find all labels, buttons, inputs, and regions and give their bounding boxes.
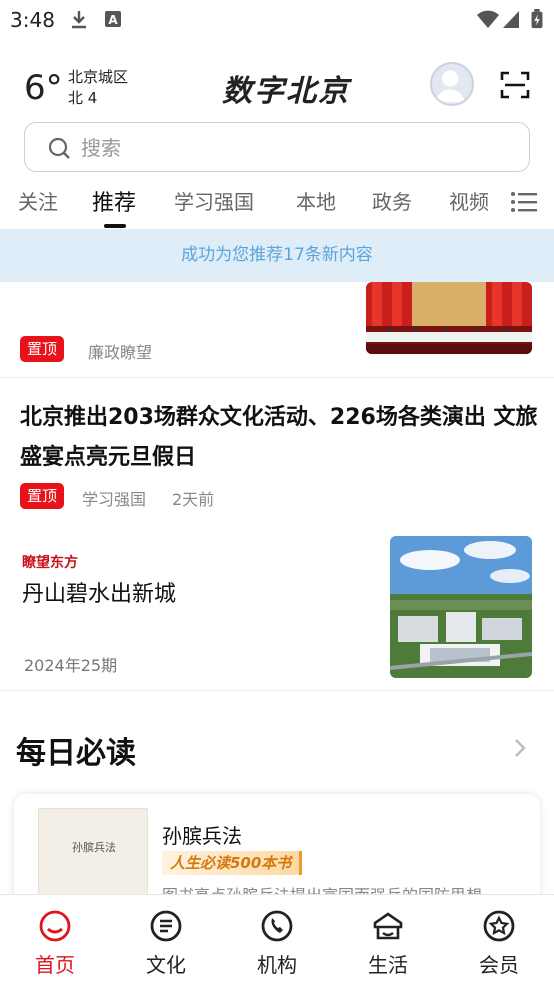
nav-home[interactable]: 首页 [0,895,110,985]
bottom-navigation: 首页 文化 机构 生活 会员 [0,894,554,984]
temperature: 6° [24,68,63,108]
wind-label: 北 4 [68,89,98,107]
tab-government[interactable]: 政务 [372,186,412,215]
book-title: 孙膑兵法 [162,824,242,848]
menu-icon[interactable] [510,190,538,214]
search-bar[interactable] [24,122,530,172]
life-icon [373,912,403,940]
active-tab-indicator [104,224,126,228]
pinned-badge: 置顶 [20,336,65,362]
avatar[interactable] [430,62,474,106]
nav-culture[interactable]: 文化 [111,895,221,985]
member-icon [483,910,515,942]
article-source: 学习强国 [82,490,147,509]
status-bar: 3:48 A [0,0,554,38]
chevron-right-icon[interactable] [512,736,528,760]
status-time: 3:48 [10,8,55,32]
home-icon [39,910,71,942]
nav-label: 首页 [35,953,75,977]
nav-label: 机构 [257,953,297,977]
app-header: 6° 北京城区 北 4 数字北京 [0,52,554,118]
font-icon: A [105,11,121,27]
tab-follow[interactable]: 关注 [18,186,58,215]
nav-institution[interactable]: 机构 [222,895,332,985]
app-logo: 数字北京 [222,74,350,109]
pinned-badge: 置顶 [20,483,65,509]
download-icon [72,11,86,29]
refresh-notice: 成功为您推荐17条新内容 [0,229,554,282]
article-title[interactable]: 丹山碧水出新城 [22,576,176,608]
tab-recommend[interactable]: 推荐 [92,185,136,217]
nav-label: 文化 [146,953,186,977]
book-badge: 人生必读500本书 [162,851,303,875]
search-icon [48,137,70,159]
category-tabs: 关注 推荐 学习强国 本地 政务 视频 [0,178,554,228]
scan-icon[interactable] [500,70,530,100]
battery-icon [531,9,543,29]
phone-icon [261,910,293,942]
magazine-brand: 瞭望东方 [22,555,78,571]
svg-text:A: A [108,13,118,27]
article-title[interactable]: 北京推出203场群众文化活动、226场各类演出 文旅盛宴点亮元旦假日 [20,398,540,478]
district-label: 北京城区 [68,68,129,86]
culture-icon [150,910,182,942]
tab-video[interactable]: 视频 [449,186,489,215]
nav-label: 生活 [368,953,408,977]
article-source: 廉政瞭望 [88,343,153,362]
nav-life[interactable]: 生活 [333,895,443,985]
nav-member[interactable]: 会员 [444,895,554,985]
article-thumbnail [390,536,532,678]
search-input[interactable] [81,133,481,163]
wifi-icon [477,10,499,28]
user-avatar-icon [435,70,465,103]
book-cover-title: 孙膑兵法 [72,841,116,854]
nav-label: 会员 [479,953,519,977]
article-time: 2天前 [172,490,215,509]
tab-local[interactable]: 本地 [296,186,336,215]
article-issue: 2024年25期 [24,656,118,675]
signal-icon [503,11,519,28]
divider [0,690,554,691]
article-thumbnail [366,282,532,354]
section-title: 每日必读 [16,736,136,771]
tab-xuexi[interactable]: 学习强国 [174,186,254,215]
